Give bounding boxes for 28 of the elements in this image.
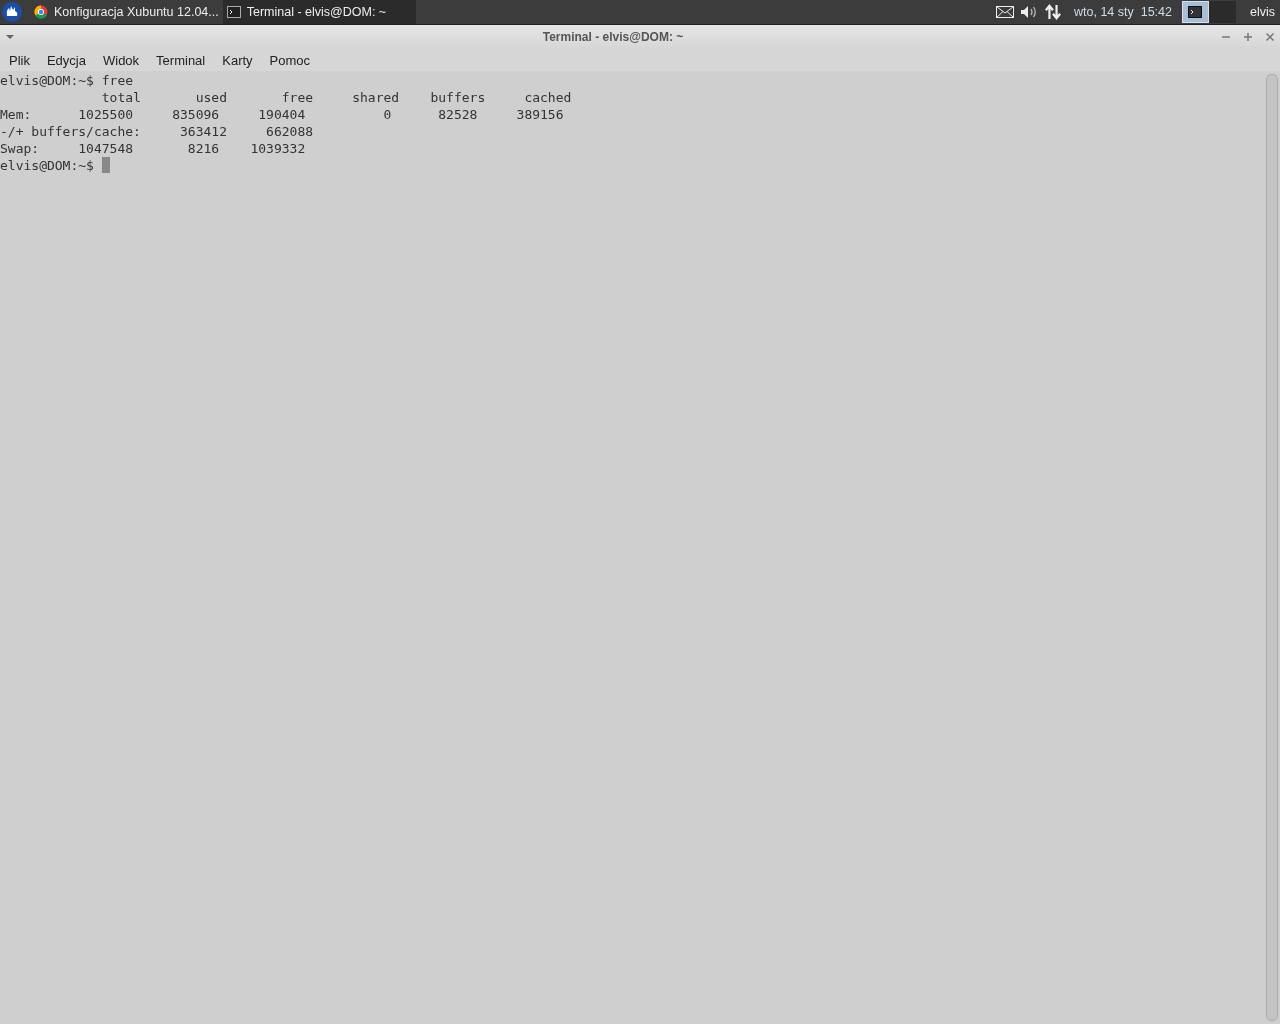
menu-item[interactable]: Terminal bbox=[156, 52, 206, 68]
clock[interactable]: wto, 14 sty 15:42 bbox=[1074, 5, 1172, 19]
terminal-line: elvis@DOM:~$ bbox=[0, 157, 95, 174]
user-name[interactable]: elvis bbox=[1250, 5, 1275, 19]
menu-item[interactable]: Pomoc bbox=[269, 52, 311, 68]
maximize-icon[interactable] bbox=[1243, 32, 1253, 42]
taskbar-button[interactable]: Konfiguracja Xubuntu 12.04... bbox=[30, 0, 223, 24]
terminal-line: total used free shared buffers cached bbox=[100, 89, 572, 106]
window-title: Terminal - elvis@DOM: ~ bbox=[541, 30, 685, 44]
workspace-button[interactable] bbox=[1182, 1, 1209, 23]
menu-item[interactable]: Widok bbox=[103, 52, 140, 68]
terminal-line: elvis@DOM:~$ free bbox=[0, 72, 134, 89]
network-arrows-icon[interactable] bbox=[1044, 4, 1062, 20]
terminal-icon bbox=[226, 5, 241, 19]
terminal-icon bbox=[1188, 6, 1203, 18]
window-menu-icon[interactable] bbox=[5, 34, 15, 40]
mail-icon[interactable] bbox=[996, 4, 1014, 20]
taskbar-button[interactable]: Terminal - elvis@DOM: ~ bbox=[222, 0, 417, 24]
terminal-line: -/+ buffers/cache: 363412 662088 bbox=[0, 123, 314, 140]
terminal-line: Swap: 1047548 8216 1039332 bbox=[0, 140, 306, 157]
volume-icon[interactable] bbox=[1020, 4, 1038, 20]
scrollbar[interactable] bbox=[1266, 74, 1278, 1021]
menu-item[interactable]: Plik bbox=[9, 52, 30, 68]
menu-item[interactable]: Karty bbox=[222, 52, 253, 68]
close-icon[interactable] bbox=[1265, 32, 1275, 42]
browser-icon bbox=[34, 5, 48, 19]
menu-item[interactable]: Edycja bbox=[46, 52, 86, 68]
terminal-line: Mem: 1025500 835096 190404 0 82528 389156 bbox=[0, 106, 564, 123]
